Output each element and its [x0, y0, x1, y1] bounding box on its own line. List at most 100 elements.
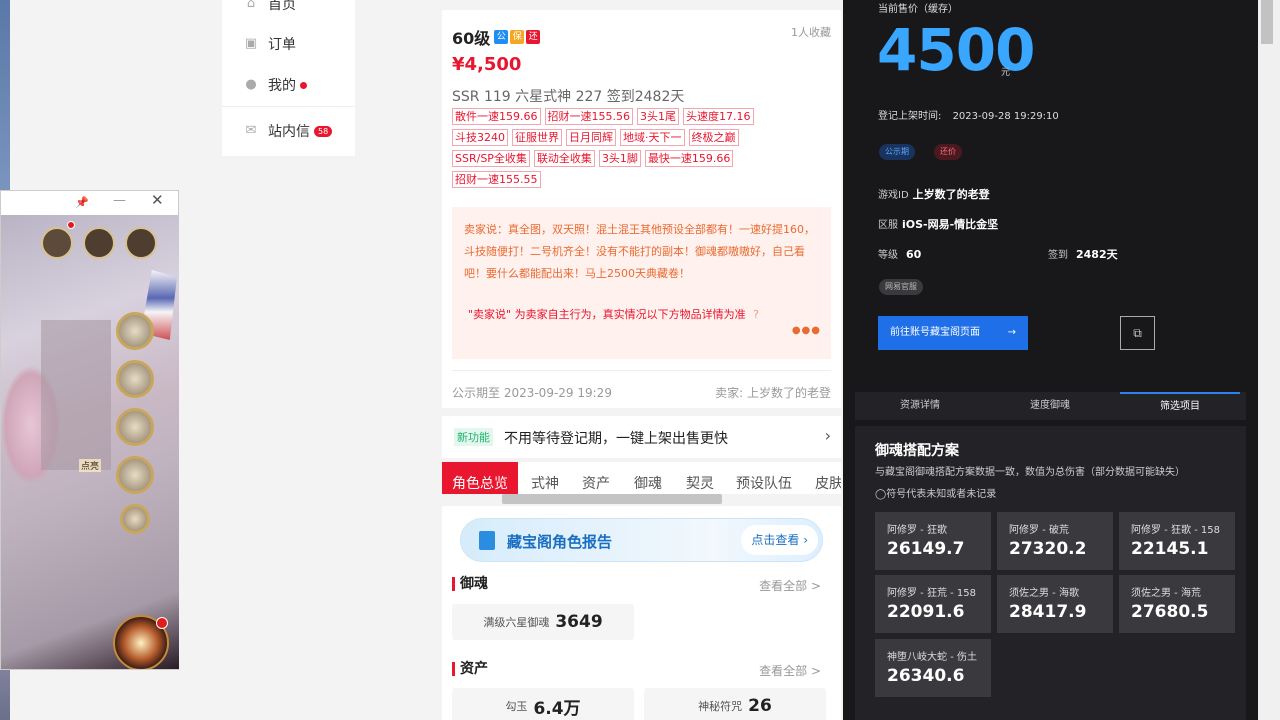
shikigami-avatar[interactable]	[120, 504, 150, 534]
nav-item-messages[interactable]: ✉ 站内信 58	[244, 121, 333, 141]
chevron-right-icon: ›	[824, 426, 831, 445]
public-until: 公示期至 2023-09-29 19:29	[452, 386, 612, 400]
tab-preset-teams[interactable]: 预设队伍	[736, 462, 792, 494]
report-icon	[479, 531, 495, 550]
shikigami-avatar[interactable]	[116, 312, 154, 350]
game-id-row: 游戏ID 上岁数了的老登	[878, 186, 990, 202]
highlight-tag: 终极之巅	[688, 129, 739, 146]
listing-card: 60级 公 保 还 1人收藏 ¥4,500 SSR 119 六星式神 227 签…	[442, 10, 841, 408]
new-feature-banner[interactable]: 新功能 不用等待登记期，一键上架出售更快 ›	[442, 416, 841, 458]
message-count-badge: 58	[314, 125, 333, 137]
more-dots-icon[interactable]: ●●●	[792, 325, 821, 336]
seller-says-text: 卖家说：真全图，双天照！混土混王其他预设全部都有！一速好提160，斗技随便打！二…	[464, 223, 815, 280]
stat-label: 满级六星御魂	[483, 616, 550, 629]
price-unit: 元	[1001, 68, 1011, 78]
server-type-tag: 网易官服	[879, 279, 923, 295]
shikigami-avatar[interactable]	[116, 408, 154, 446]
yuhun-plan-cell: 须佐之男 - 海歌 28417.9	[997, 575, 1113, 633]
tab-assets[interactable]: 资产	[582, 462, 610, 494]
yuhun-plan-note: ◯符号代表未知或者未记录	[875, 489, 997, 500]
listing-column: 60级 公 保 还 1人收藏 ¥4,500 SSR 119 六星式神 227 签…	[442, 0, 841, 720]
plan-damage: 22145.1	[1131, 539, 1209, 559]
listed-time: 登记上架时间: 2023-09-28 19:29:10	[878, 107, 1059, 122]
help-icon[interactable]: ?	[753, 308, 759, 321]
highlight-tags: 散件一速159.66 招财一速155.56 3头1尾 头速度17.16 斗技32…	[452, 108, 782, 192]
asset-section-title: 资产	[452, 662, 488, 676]
page-scrollbar[interactable]	[1258, 0, 1280, 720]
yuhun-stat: 满级六星御魂 3649	[452, 604, 634, 640]
new-feature-badge: 新功能	[454, 428, 493, 446]
game-id-value: 上岁数了的老登	[912, 188, 990, 201]
game-mail-button[interactable]	[83, 227, 115, 259]
server-value: iOS-网易-情比金坚	[902, 218, 999, 231]
plan-label: 阿修罗 - 狂荒 - 158	[887, 588, 977, 599]
tab-yuhun[interactable]: 御魂	[634, 462, 662, 494]
seller-disclaimer-text: "卖家说" 为卖家自主行为，真实情况以下方物品详情为准	[468, 308, 746, 321]
game-scene[interactable]: 点亮	[1, 215, 179, 669]
plan-damage: 27680.5	[1131, 602, 1209, 622]
scrollbar-thumb[interactable]	[1261, 0, 1273, 44]
game-menu-button[interactable]	[41, 227, 73, 259]
yuhun-plan-cell: 阿修罗 - 破荒 27320.2	[997, 512, 1113, 570]
tab-speed-yuhun[interactable]: 速度御魂	[990, 392, 1110, 420]
role-report-banner[interactable]: 藏宝阁角色报告 点击查看 ›	[460, 518, 823, 562]
close-icon[interactable]: ✕	[151, 191, 164, 209]
yuhun-plan-title: 御魂搭配方案	[875, 443, 959, 459]
divider	[452, 370, 831, 371]
yuhun-plan-cell: 阿修罗 - 狂歌 - 158 22145.1	[1119, 512, 1235, 570]
tab-shikigami[interactable]: 式神	[531, 462, 559, 494]
listing-specs: SSR 119 六星式神 227 签到2482天	[452, 89, 685, 105]
highlight-tag: 征服世界	[512, 129, 562, 146]
yuhun-plan-cell: 阿修罗 - 狂歌 26149.7	[875, 512, 991, 570]
nav-item-orders[interactable]: ▣ 订单	[244, 34, 296, 54]
plan-damage: 22091.6	[887, 602, 965, 622]
plan-label: 阿修罗 - 破荒	[1009, 525, 1069, 536]
minimize-icon[interactable]: —	[113, 193, 126, 208]
game-chat-button[interactable]	[125, 227, 157, 259]
stat-value: 3649	[555, 612, 603, 632]
plan-label: 阿修罗 - 狂歌 - 158	[1131, 525, 1221, 536]
highlight-tag: 3头1尾	[637, 108, 679, 125]
tab-scrollbar[interactable]	[502, 494, 722, 504]
public-period-pill: 公示期	[879, 144, 915, 160]
level-value: 60	[906, 248, 922, 261]
asset-view-all-link[interactable]: 查看全部 >	[759, 662, 821, 679]
plan-damage: 26340.6	[887, 666, 965, 686]
highlight-tag: 斗技3240	[452, 129, 508, 146]
shikigami-avatar[interactable]	[116, 456, 154, 494]
public-tag: 公	[494, 30, 509, 44]
signin-label: 签到	[1048, 250, 1068, 261]
listing-price: ¥4,500	[452, 54, 522, 75]
favorite-count[interactable]: 1人收藏	[791, 24, 831, 40]
signin-value: 2482天	[1076, 248, 1118, 261]
tab-resource-details[interactable]: 资源详情	[860, 392, 980, 420]
goto-listing-button[interactable]: 前往账号藏宝阁页面 →	[878, 316, 1028, 350]
scene-wall	[41, 320, 111, 470]
game-id-label: 游戏ID	[878, 190, 909, 201]
plan-damage: 26149.7	[887, 539, 965, 559]
tab-skins[interactable]: 皮肤	[815, 462, 841, 494]
highlight-tag: 招财一速155.56	[544, 108, 633, 125]
yuhun-plan-cell: 须佐之男 - 海荒 27680.5	[1119, 575, 1235, 633]
view-report-button[interactable]: 点击查看 ›	[741, 525, 818, 555]
highlight-tag: 地域·天下一	[620, 129, 685, 146]
current-price-label: 当前售价（缓存）	[878, 4, 958, 15]
bargain-tag: 还	[526, 30, 541, 44]
plan-label: 须佐之男 - 海荒	[1131, 588, 1201, 599]
nav-item-home[interactable]: ⌂ 首页	[244, 0, 296, 14]
highlight-tag: 头速度17.16	[683, 108, 754, 125]
shikigami-avatar[interactable]	[116, 360, 154, 398]
tab-overview[interactable]: 角色总览	[442, 462, 518, 494]
current-price: 4500	[877, 16, 1035, 84]
copy-icon[interactable]: ⧉	[1120, 316, 1155, 350]
game-window-titlebar: 📌 — ✕	[1, 191, 178, 215]
helper-tabs: 资源详情 速度御魂 筛选项目	[855, 392, 1246, 420]
seller-name[interactable]: 卖家: 上岁数了的老登	[715, 384, 831, 401]
nav-item-mine[interactable]: ● 我的	[244, 75, 307, 95]
notification-dot	[300, 81, 307, 89]
tab-filter-items[interactable]: 筛选项目	[1120, 392, 1240, 420]
helper-panel: 当前售价（缓存） 4500 元 登记上架时间: 2023-09-28 19:29…	[843, 0, 1258, 720]
tab-qiling[interactable]: 契灵	[686, 462, 714, 494]
yuhun-view-all-link[interactable]: 查看全部 >	[759, 577, 821, 594]
pin-icon[interactable]: 📌	[75, 196, 89, 209]
